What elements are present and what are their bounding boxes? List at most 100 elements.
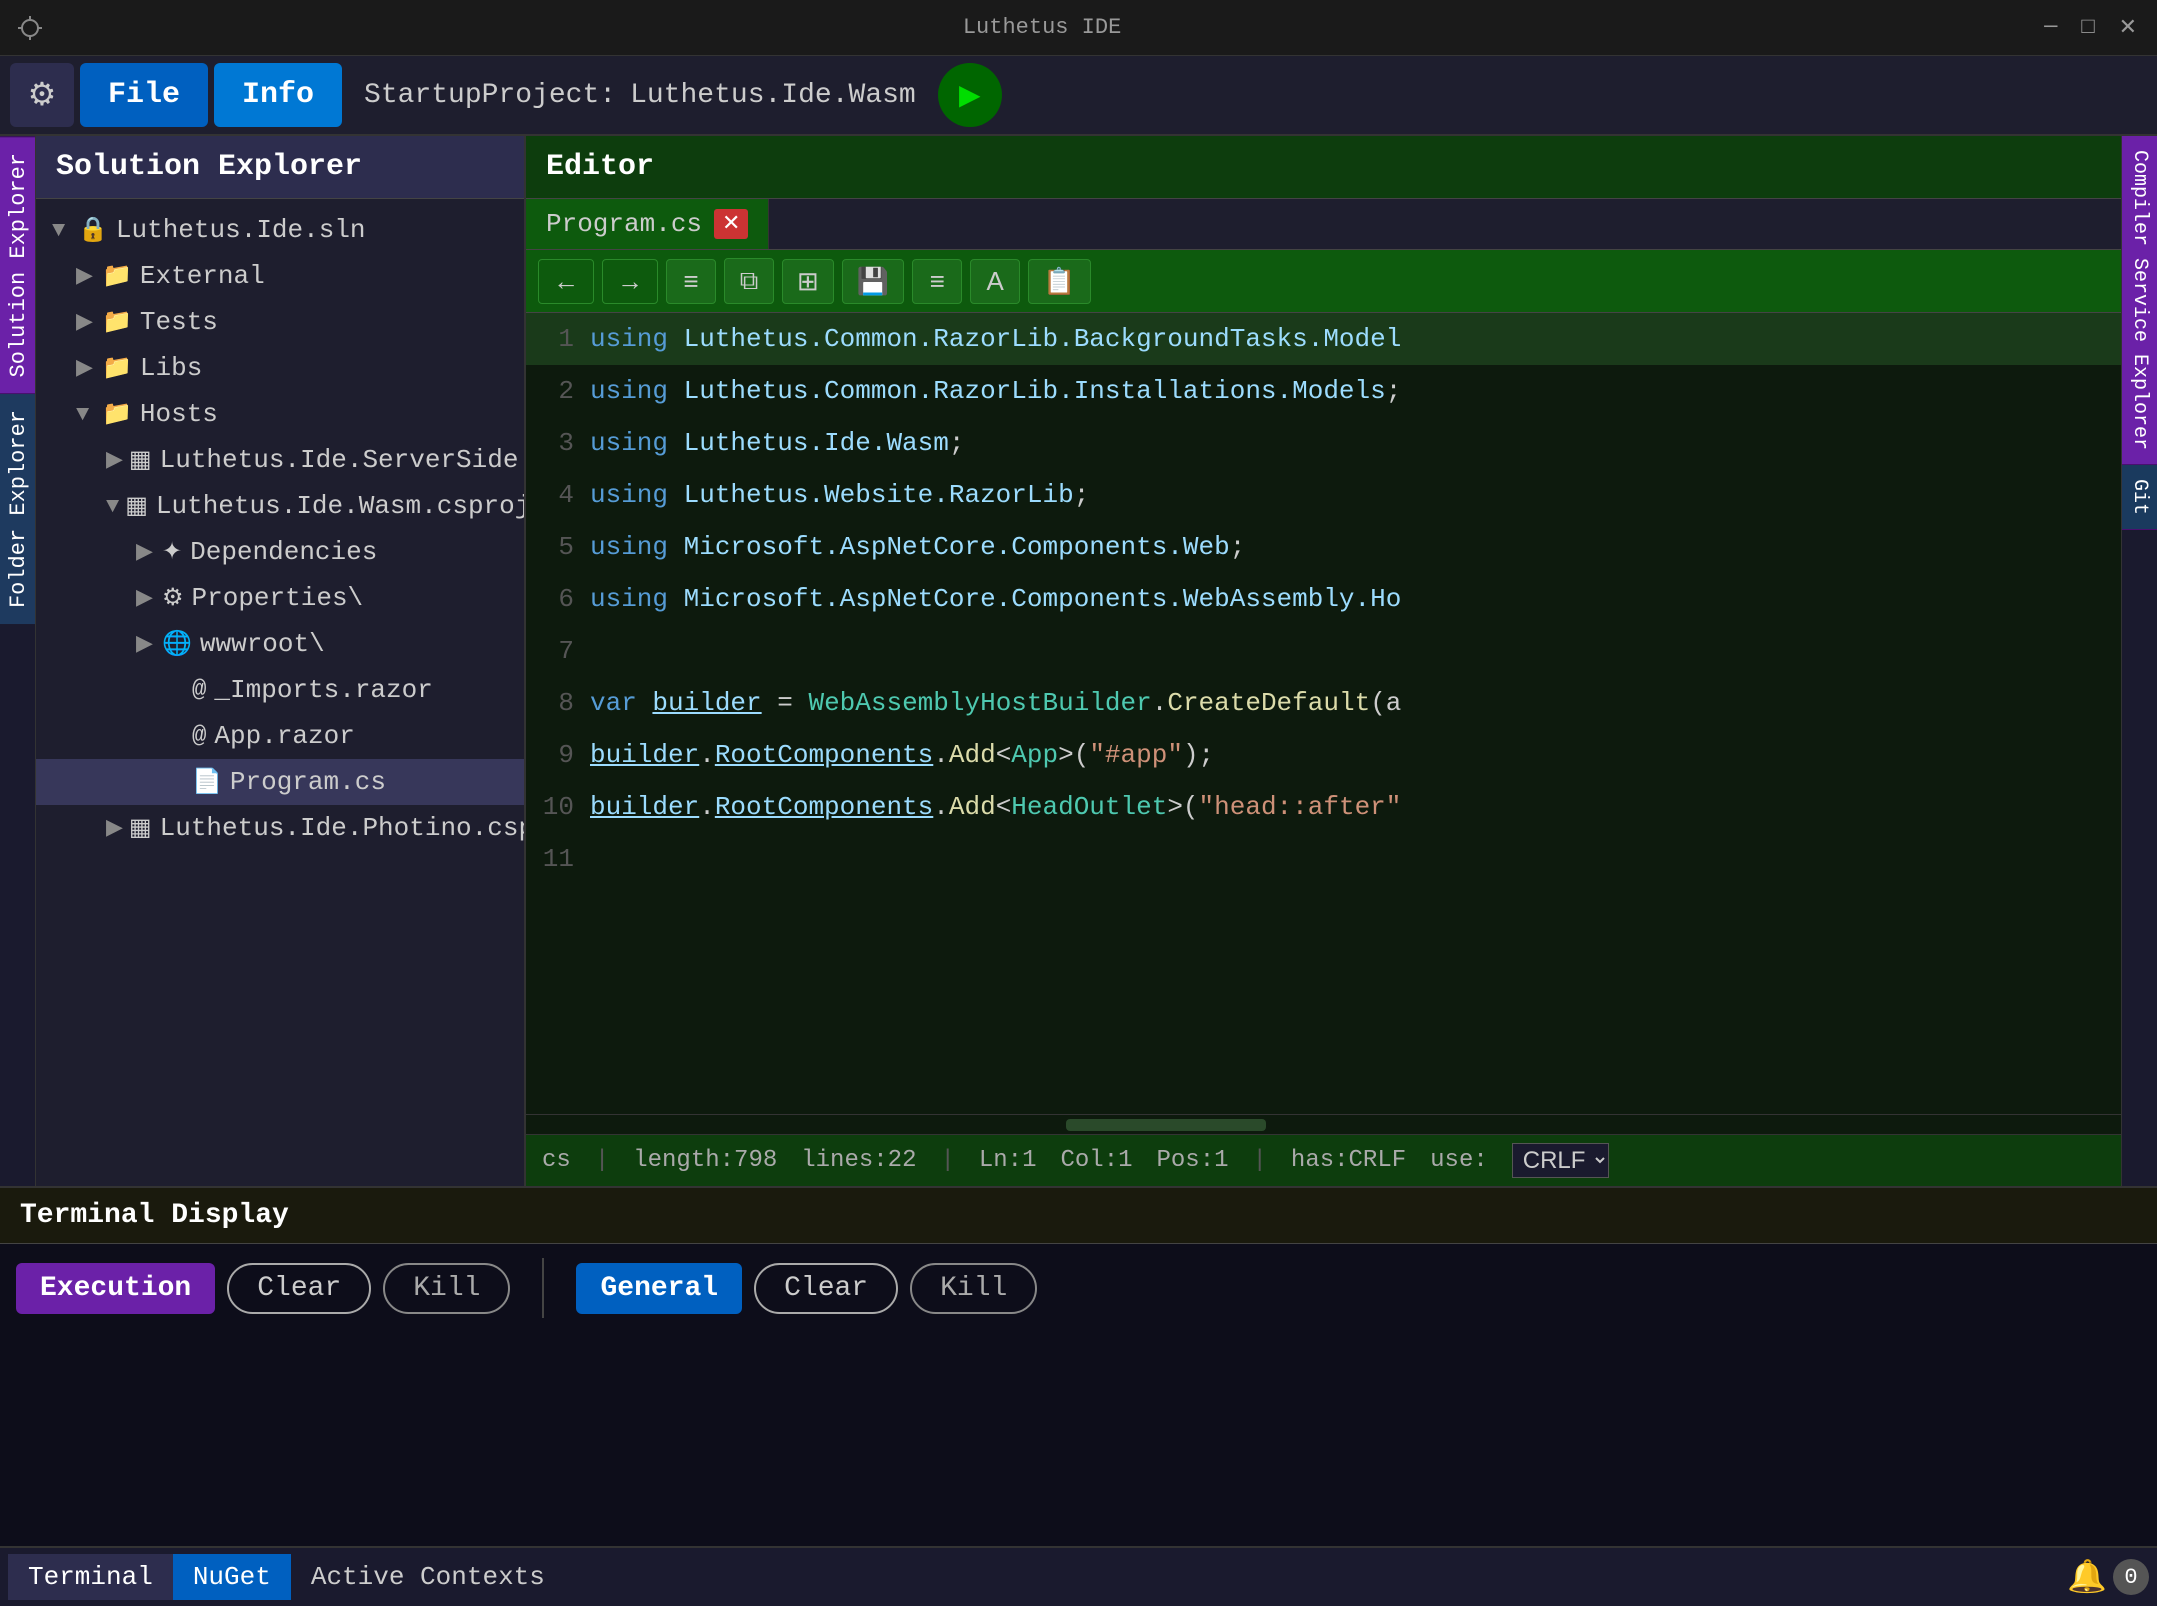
font-button[interactable]: A	[970, 259, 1020, 304]
code-lines: 1 using Luthetus.Common.RazorLib.Backgro…	[526, 313, 2121, 1114]
editor-panel: Editor Program.cs ✕ ← → ≡ ⧉ ⊞ 💾 ≡ A 📋 1	[526, 136, 2121, 1186]
wasm-label: Luthetus.Ide.Wasm.csproj	[156, 491, 524, 521]
tab-close-button[interactable]: ✕	[714, 209, 748, 239]
tree-item-hosts[interactable]: ▼ 📁 Hosts	[36, 391, 524, 437]
solution-explorer-title: Solution Explorer	[36, 136, 524, 199]
solution-icon: 🔒	[78, 215, 108, 245]
external-label: External	[140, 261, 265, 291]
minimize-button[interactable]: ─	[2036, 11, 2065, 45]
execution-clear-button[interactable]: Clear	[227, 1263, 371, 1314]
pos-status: Pos:1	[1157, 1147, 1229, 1174]
folder-explorer-tab[interactable]: Folder Explorer	[0, 393, 35, 624]
tree-item-wwwroot[interactable]: ▶ 🌐 wwwroot\	[36, 621, 524, 667]
general-kill-button[interactable]: Kill	[910, 1263, 1037, 1314]
code-line-7: 7	[526, 625, 2121, 677]
menu-button[interactable]: ≡	[912, 259, 962, 304]
save-button[interactable]: 💾	[842, 259, 904, 304]
code-line-2: 2 using Luthetus.Common.RazorLib.Install…	[526, 365, 2121, 417]
tests-label: Tests	[140, 307, 218, 337]
ln-status: Ln:1	[979, 1147, 1037, 1174]
terminal-content-area	[0, 1386, 2157, 1546]
apprazor-label: App.razor	[214, 721, 354, 751]
view-button[interactable]: ≡	[666, 259, 716, 304]
has-crlf-status: has:CRLF	[1291, 1147, 1406, 1174]
code-line-10: 10 builder.RootComponents.Add<HeadOutlet…	[526, 781, 2121, 833]
nuget-bottom-tab[interactable]: NuGet	[173, 1554, 291, 1600]
editor-tab-programcs[interactable]: Program.cs ✕	[526, 199, 769, 249]
programcs-label: Program.cs	[230, 767, 386, 797]
expand-arrow: ▼	[52, 218, 72, 243]
wwwroot-label: wwwroot\	[200, 629, 325, 659]
tree-item-programcs[interactable]: ▶ 📄 Program.cs	[36, 759, 524, 805]
serverside-label: Luthetus.Ide.ServerSide.csproj	[160, 445, 524, 475]
file-menu-button[interactable]: File	[80, 63, 208, 127]
menu-bar: ⚙ File Info StartupProject: Luthetus.Ide…	[0, 56, 2157, 136]
general-clear-button[interactable]: Clear	[754, 1263, 898, 1314]
code-line-11: 11	[526, 833, 2121, 885]
code-editor[interactable]: 1 using Luthetus.Common.RazorLib.Backgro…	[526, 313, 2121, 1186]
copy-button[interactable]: ⧉	[724, 258, 774, 304]
crlf-dropdown[interactable]: CRLF LF CR	[1512, 1143, 1609, 1178]
dependencies-label: Dependencies	[190, 537, 377, 567]
clipboard-button[interactable]: 📋	[1028, 259, 1090, 304]
close-button[interactable]: ✕	[2111, 11, 2145, 45]
general-label: General	[576, 1263, 742, 1314]
git-tab[interactable]: Git	[2122, 465, 2157, 530]
window-controls: ─ □ ✕	[2036, 11, 2145, 45]
col-status: Col:1	[1060, 1147, 1132, 1174]
code-line-5: 5 using Microsoft.AspNetCore.Components.…	[526, 521, 2121, 573]
notification-count: 0	[2113, 1559, 2149, 1595]
terminal-sections: Execution Clear Kill General Clear Kill	[0, 1244, 2157, 1332]
terminal-title: Terminal Display	[0, 1188, 2157, 1244]
solution-explorer-panel: Solution Explorer ▼ 🔒 Luthetus.Ide.sln ▶…	[36, 136, 526, 1186]
code-line-9: 9 builder.RootComponents.Add<App>("#app"…	[526, 729, 2121, 781]
general-section: General Clear Kill	[576, 1263, 1037, 1314]
compiler-service-tab[interactable]: Compiler Service Explorer	[2122, 136, 2157, 465]
back-button[interactable]: ←	[538, 259, 594, 304]
bottom-bar: Terminal NuGet Active Contexts 🔔 0	[0, 1546, 2157, 1606]
tree-root[interactable]: ▼ 🔒 Luthetus.Ide.sln	[36, 207, 524, 253]
code-line-3: 3 using Luthetus.Ide.Wasm;	[526, 417, 2121, 469]
grid-button[interactable]: ⊞	[782, 259, 834, 304]
tree-item-dependencies[interactable]: ▶ ✦ Dependencies	[36, 529, 524, 575]
properties-label: Properties\	[192, 583, 364, 613]
terminal-bottom-tab[interactable]: Terminal	[8, 1554, 173, 1600]
solution-tree: ▼ 🔒 Luthetus.Ide.sln ▶ 📁 External ▶ 📁 Te…	[36, 199, 524, 1186]
use-label: use:	[1430, 1147, 1488, 1174]
active-contexts-bottom-tab[interactable]: Active Contexts	[291, 1554, 565, 1600]
libs-label: Libs	[140, 353, 202, 383]
app-title: Luthetus IDE	[56, 15, 2028, 40]
tree-item-imports[interactable]: ▶ @ _Imports.razor	[36, 667, 524, 713]
solution-explorer-tab[interactable]: Solution Explorer	[0, 136, 35, 393]
execution-kill-button[interactable]: Kill	[383, 1263, 510, 1314]
startup-project-value: Luthetus.Ide.Wasm	[630, 80, 916, 111]
notification-area: 🔔 0	[2067, 1557, 2149, 1597]
tree-item-properties[interactable]: ▶ ⚙ Properties\	[36, 575, 524, 621]
gear-button[interactable]: ⚙	[10, 63, 74, 127]
execution-label: Execution	[16, 1263, 215, 1314]
tree-item-wasm[interactable]: ▼ ▦ Luthetus.Ide.Wasm.csproj	[36, 483, 524, 529]
length-status: length:798	[633, 1147, 777, 1174]
photino-label: Luthetus.Ide.Photino.csproj	[160, 813, 524, 843]
tree-item-serverside[interactable]: ▶ ▦ Luthetus.Ide.ServerSide.csproj	[36, 437, 524, 483]
editor-toolbar: ← → ≡ ⧉ ⊞ 💾 ≡ A 📋	[526, 250, 2121, 313]
code-line-1: 1 using Luthetus.Common.RazorLib.Backgro…	[526, 313, 2121, 365]
run-button[interactable]: ▶	[938, 63, 1002, 127]
terminal-display: Terminal Display Execution Clear Kill Ge…	[0, 1186, 2157, 1386]
hosts-label: Hosts	[140, 399, 218, 429]
lines-status: lines:22	[801, 1147, 916, 1174]
forward-button[interactable]: →	[602, 259, 658, 304]
root-label: Luthetus.Ide.sln	[116, 215, 366, 245]
startup-project-label: StartupProject:	[364, 80, 616, 111]
imports-label: _Imports.razor	[214, 675, 432, 705]
tree-item-tests[interactable]: ▶ 📁 Tests	[36, 299, 524, 345]
tree-item-apprazor[interactable]: ▶ @ App.razor	[36, 713, 524, 759]
tree-item-external[interactable]: ▶ 📁 External	[36, 253, 524, 299]
maximize-button[interactable]: □	[2073, 11, 2102, 45]
editor-status-bar: cs | length:798 lines:22 | Ln:1 Col:1 Po…	[526, 1134, 2121, 1186]
tree-item-libs[interactable]: ▶ 📁 Libs	[36, 345, 524, 391]
tree-item-photino[interactable]: ▶ ▦ Luthetus.Ide.Photino.csproj	[36, 805, 524, 851]
info-menu-button[interactable]: Info	[214, 63, 342, 127]
tab-label: Program.cs	[546, 209, 702, 239]
code-line-8: 8 var builder = WebAssemblyHostBuilder.C…	[526, 677, 2121, 729]
